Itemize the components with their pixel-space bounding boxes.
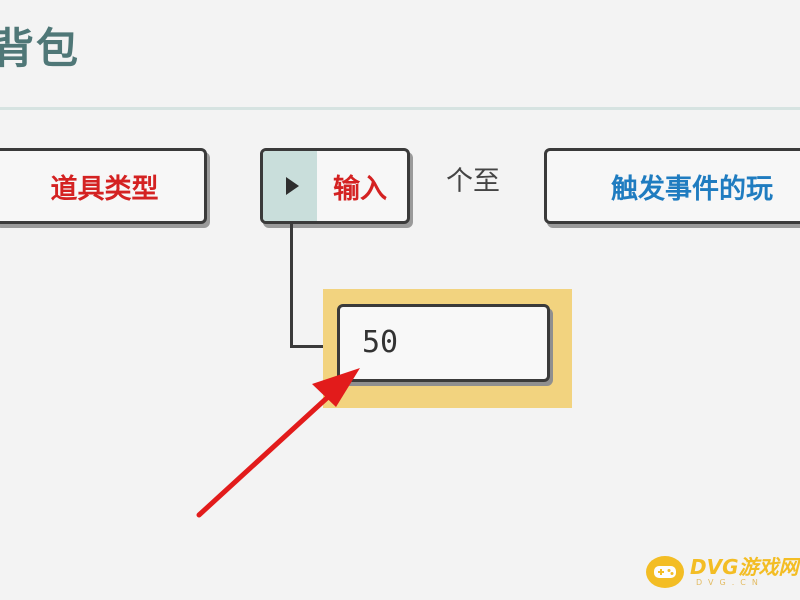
value-input[interactable]: 50 xyxy=(337,304,550,382)
page-title: 背包 xyxy=(0,24,81,73)
expand-toggle[interactable] xyxy=(263,151,317,221)
between-text: 个至 xyxy=(446,166,500,197)
connector-line-vertical xyxy=(290,224,293,348)
item-type-label: 道具类型 xyxy=(50,173,159,205)
trigger-player-block[interactable]: 触发事件的玩 xyxy=(544,148,800,224)
gamepad-icon xyxy=(646,556,684,588)
title-divider xyxy=(0,107,800,110)
play-triangle-icon xyxy=(285,177,299,195)
watermark: DVG游戏网 DVG.CN xyxy=(646,556,799,588)
item-type-block[interactable]: 道具类型 xyxy=(0,148,207,224)
input-block[interactable]: 输入 xyxy=(260,148,410,224)
watermark-text: DVG游戏网 xyxy=(690,555,799,579)
trigger-player-label: 触发事件的玩 xyxy=(611,173,773,205)
input-label: 输入 xyxy=(333,173,387,205)
watermark-subtext: DVG.CN xyxy=(696,578,764,587)
